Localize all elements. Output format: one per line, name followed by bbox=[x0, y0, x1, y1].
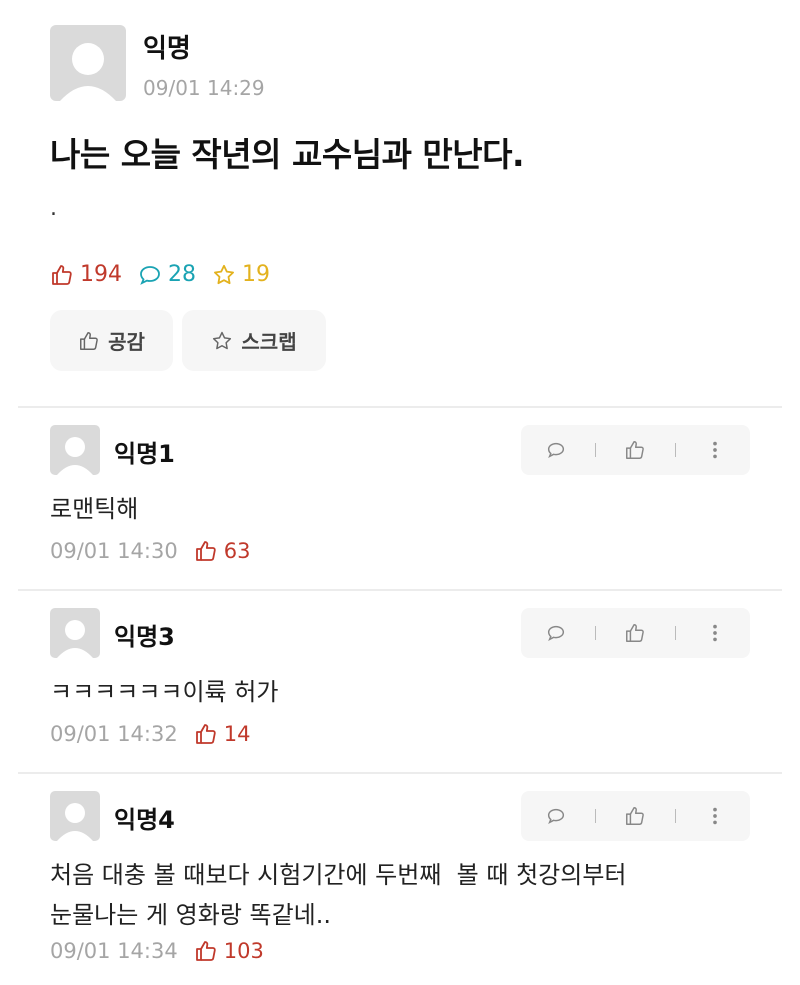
more-options-icon[interactable] bbox=[704, 439, 726, 461]
separator bbox=[595, 626, 597, 640]
comment-avatar bbox=[50, 791, 100, 841]
comment-author: 익명4 bbox=[114, 806, 175, 834]
thumbs-up-icon bbox=[195, 541, 216, 561]
post-time: 09/01 14:29 bbox=[143, 76, 265, 100]
reply-icon[interactable] bbox=[545, 622, 567, 644]
reply-icon[interactable] bbox=[545, 805, 567, 827]
comment-meta: 09/01 14:34 103 bbox=[50, 939, 264, 963]
scrap-button-label: 스크랩 bbox=[241, 330, 297, 354]
like-count: 194 bbox=[50, 262, 122, 287]
comment-author: 익명3 bbox=[114, 623, 175, 651]
comment-like-count: 14 bbox=[194, 722, 250, 746]
divider bbox=[18, 772, 782, 774]
post: 익명 09/01 14:29 나는 오늘 작년의 교수님과 만난다. . 194… bbox=[0, 0, 800, 406]
separator bbox=[674, 809, 676, 823]
scrap-button[interactable]: 스크랩 bbox=[182, 310, 326, 371]
thumbs-up-icon bbox=[195, 941, 216, 961]
star-icon bbox=[214, 264, 234, 284]
separator bbox=[674, 443, 676, 457]
more-options-icon[interactable] bbox=[704, 805, 726, 827]
scrap-count: 19 bbox=[212, 262, 270, 287]
thumbs-up-icon[interactable] bbox=[624, 439, 646, 461]
star-icon bbox=[213, 331, 232, 349]
comment-text: 로맨틱해 bbox=[50, 495, 139, 523]
comment-time: 09/01 14:32 bbox=[50, 722, 178, 746]
separator bbox=[595, 443, 597, 457]
post-body: . bbox=[50, 196, 57, 221]
comment-like-count: 103 bbox=[194, 939, 264, 963]
comment-text-line: 눈물나는 게 영화랑 똑같네.. bbox=[50, 901, 332, 929]
reply-icon[interactable] bbox=[545, 439, 567, 461]
comment: 익명1 로맨틱해 09/01 14:30 63 bbox=[0, 425, 800, 590]
comment-text: ㅋㅋㅋㅋㅋㅋ이륙 허가 bbox=[50, 678, 279, 706]
comment-avatar bbox=[50, 608, 100, 658]
speech-bubble-icon bbox=[140, 265, 160, 285]
thumbs-up-icon[interactable] bbox=[624, 805, 646, 827]
comment-time: 09/01 14:30 bbox=[50, 539, 178, 563]
scrap-count-value: 19 bbox=[242, 262, 270, 287]
thumbs-up-icon bbox=[195, 724, 216, 744]
comment-actions bbox=[521, 608, 750, 658]
comment-meta: 09/01 14:32 14 bbox=[50, 722, 250, 746]
comment-text: 처음 대충 볼 때보다 시험기간에 두번째 볼 때 첫강의부터 눈물나는 게 영… bbox=[50, 855, 627, 935]
post-title: 나는 오늘 작년의 교수님과 만난다. bbox=[50, 135, 525, 174]
comment-count: 28 bbox=[138, 262, 196, 287]
comment-actions bbox=[521, 425, 750, 475]
comment-actions bbox=[521, 791, 750, 841]
more-options-icon[interactable] bbox=[704, 622, 726, 644]
like-button[interactable]: 공감 bbox=[50, 310, 173, 371]
divider bbox=[18, 406, 782, 408]
separator bbox=[674, 626, 676, 640]
post-author: 익명 bbox=[143, 34, 191, 64]
author-avatar bbox=[50, 25, 126, 101]
post-stats: 194 28 19 bbox=[50, 262, 286, 287]
like-count-value: 194 bbox=[80, 262, 122, 287]
comment: 익명3 ㅋㅋㅋㅋㅋㅋ이륙 허가 09/01 14:32 14 bbox=[0, 608, 800, 773]
separator bbox=[595, 809, 597, 823]
comment: 익명4 처음 대충 볼 때보다 시험기간에 두번째 볼 때 첫강의부터 눈물나는… bbox=[0, 791, 800, 985]
comment-meta: 09/01 14:30 63 bbox=[50, 539, 250, 563]
comment-avatar bbox=[50, 425, 100, 475]
divider bbox=[18, 589, 782, 591]
comment-time: 09/01 14:34 bbox=[50, 939, 178, 963]
like-button-label: 공감 bbox=[108, 330, 145, 354]
thumbs-up-icon[interactable] bbox=[624, 622, 646, 644]
thumbs-up-icon bbox=[80, 331, 98, 350]
comment-author: 익명1 bbox=[114, 440, 175, 468]
thumbs-up-icon bbox=[52, 264, 72, 285]
comment-text-line: 처음 대충 볼 때보다 시험기간에 두번째 볼 때 첫강의부터 bbox=[50, 861, 627, 889]
comment-like-count: 63 bbox=[194, 539, 250, 563]
comment-count-value: 28 bbox=[168, 262, 196, 287]
